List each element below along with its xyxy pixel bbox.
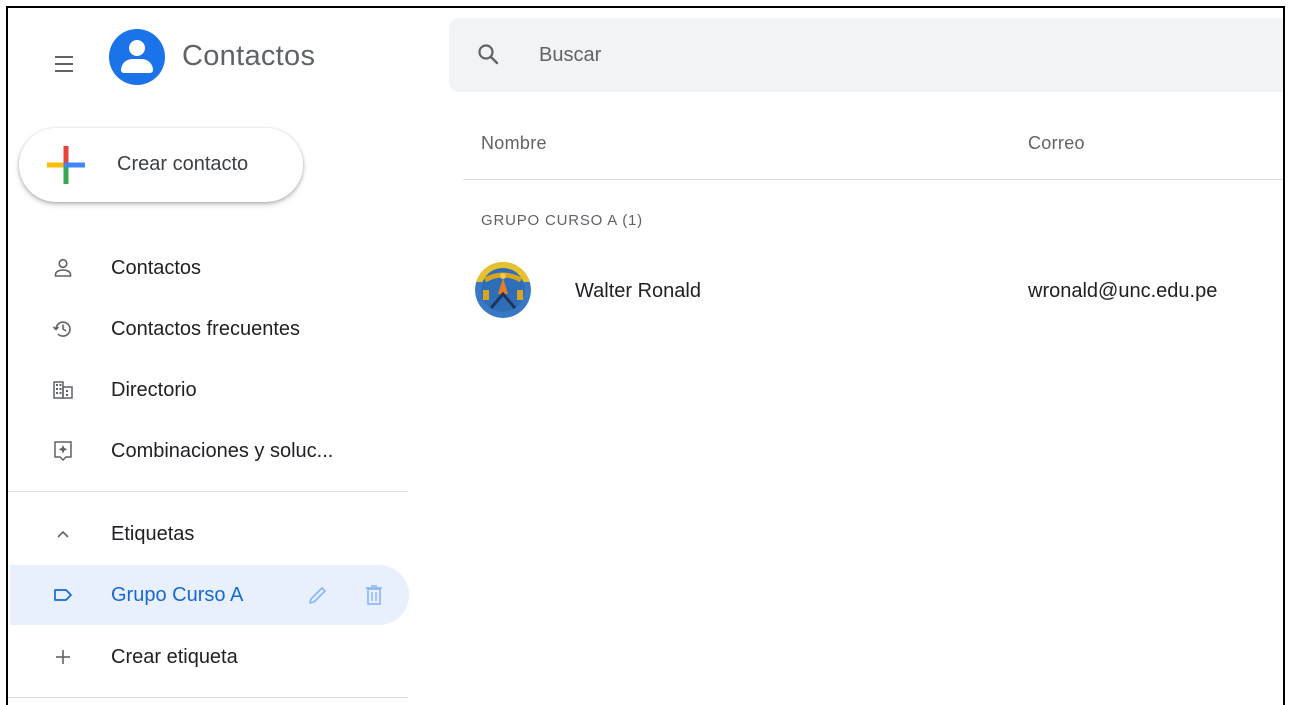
main-menu-button[interactable] <box>44 44 84 84</box>
app-window: Contactos Crear contacto Contactos <box>6 6 1285 705</box>
search-input[interactable] <box>539 40 1139 70</box>
create-label-text: Crear etiqueta <box>111 646 238 668</box>
plus-icon <box>47 146 85 184</box>
chevron-up-icon <box>57 530 69 538</box>
labels-section-toggle[interactable]: Etiquetas <box>8 508 408 562</box>
group-title: GRUPO CURSO A (1) <box>481 212 643 229</box>
sidebar-item-label: Contactos <box>111 257 202 279</box>
header-divider <box>463 179 1283 180</box>
search-bar[interactable] <box>449 18 1283 92</box>
create-label-button[interactable]: Crear etiqueta <box>8 631 408 685</box>
column-header-name[interactable]: Nombre <box>481 133 547 154</box>
menu-icon-bar <box>55 63 73 65</box>
sidebar-divider <box>8 491 408 492</box>
contact-avatar[interactable] <box>475 262 531 318</box>
sidebar-divider <box>8 697 408 698</box>
create-contact-label: Crear contacto <box>117 153 249 175</box>
labels-section-title: Etiquetas <box>111 523 195 545</box>
sidebar-item-frequent[interactable]: Contactos frecuentes <box>8 303 408 357</box>
history-icon <box>52 321 71 337</box>
sidebar-item-merge-fix[interactable]: Combinaciones y soluc... <box>8 425 408 479</box>
contact-row[interactable]: Walter Ronald wronald@unc.edu.pe <box>463 258 1283 324</box>
merge-icon <box>54 441 72 462</box>
sidebar-item-contacts[interactable]: Contactos <box>8 242 408 296</box>
search-icon[interactable] <box>476 42 500 66</box>
plus-icon <box>56 650 70 664</box>
sidebar-item-label: Combinaciones y soluc... <box>111 440 334 462</box>
delete-trash-icon[interactable] <box>362 583 386 607</box>
contacts-logo-icon[interactable] <box>109 29 165 85</box>
create-contact-button[interactable]: Crear contacto <box>19 128 303 202</box>
sidebar-label-grupo-curso-a[interactable]: Grupo Curso A <box>10 565 409 625</box>
domain-icon <box>53 381 73 399</box>
contact-email: wronald@unc.edu.pe <box>1028 280 1218 302</box>
menu-icon-bar <box>55 56 73 58</box>
edit-pencil-icon[interactable] <box>306 583 330 607</box>
sidebar-item-directory[interactable]: Directorio <box>8 364 408 418</box>
person-icon <box>54 258 72 277</box>
sidebar-item-label: Directorio <box>111 379 197 401</box>
contact-name: Walter Ronald <box>575 280 701 302</box>
label-icon <box>54 589 72 601</box>
menu-icon-bar <box>55 70 73 72</box>
sidebar-label-name: Grupo Curso A <box>111 584 244 606</box>
app-title: Contactos <box>182 40 316 72</box>
sidebar-item-label: Contactos frecuentes <box>111 318 300 340</box>
column-header-email[interactable]: Correo <box>1028 133 1085 154</box>
